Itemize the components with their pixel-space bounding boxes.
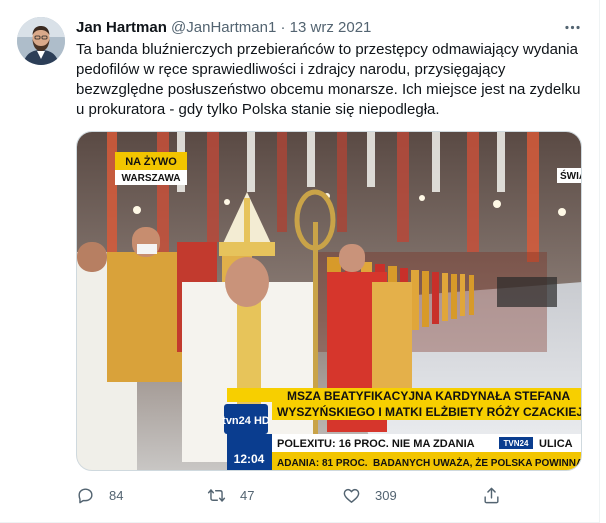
tweet-text: Ta banda bluźnierczych przebierańców to … <box>76 40 591 120</box>
retweet-count: 47 <box>240 487 255 503</box>
live-badge: NA ŻYWO <box>125 155 177 168</box>
location-label: WARSZAWA <box>122 173 181 184</box>
tweet-text-line: u prokuratora - gdy tylko Polska stanie … <box>76 101 440 118</box>
share-icon <box>484 487 499 503</box>
like-count: 309 <box>375 487 397 503</box>
like-icon <box>343 488 360 503</box>
reply-icon <box>78 487 93 503</box>
headline-line-1: MSZA BEATYFIKACYJNA KARDYNAŁA STEFANA <box>287 389 570 403</box>
more-button[interactable] <box>561 16 583 38</box>
avatar-image <box>17 17 65 65</box>
ticker-line-1-right: ULICA <box>539 438 573 450</box>
channel-logo: tvn24 HD <box>222 415 270 427</box>
tweet-text-line: bezwzględne posłuszeństwo obcemu monarsz… <box>76 81 581 98</box>
retweet-button[interactable]: 47 <box>207 480 254 510</box>
reply-count: 84 <box>109 487 124 503</box>
corner-tag: ŚWIAT <box>560 169 582 182</box>
tweet-date[interactable]: 13 wrz 2021 <box>290 19 372 36</box>
tweet-card[interactable]: Jan Hartman @JanHartman1 · 13 wrz 2021 T… <box>0 0 600 523</box>
tweet-actions: 84 47 309 <box>76 480 576 510</box>
ticker-tag: TVN24 <box>504 439 529 448</box>
share-button[interactable] <box>482 480 501 510</box>
ticker-line-2: BADANYCH UWAŻA, ŻE POLSKA POWINNA POZOST… <box>373 456 582 469</box>
tweet-header: Jan Hartman @JanHartman1 · 13 wrz 2021 <box>76 18 371 38</box>
tweet-text-line: pedofilów w ręce sprawiedliwości i zdraj… <box>76 61 506 78</box>
ticker-line-2-left: ADANIA: 81 PROC. <box>277 458 368 469</box>
separator-dot: · <box>280 19 286 36</box>
tweet-text-line: Ta banda bluźnierczych przebierańców to … <box>76 41 578 58</box>
more-icon <box>564 25 580 29</box>
author-name[interactable]: Jan Hartman <box>76 19 167 36</box>
ticker-line-1: POLEXITU: 16 PROC. NIE MA ZDANIA <box>277 438 475 450</box>
avatar[interactable] <box>17 17 65 65</box>
headline-line-2: WYSZYŃSKIEGO I MATKI ELŻBIETY RÓŻY CZACK… <box>277 404 582 419</box>
retweet-icon <box>207 488 226 502</box>
ticker-time: 12:04 <box>234 452 265 466</box>
reply-button[interactable]: 84 <box>76 480 123 510</box>
tweet-media-photo[interactable]: NA ŻYWO WARSZAWA ŚWIAT MSZA BEATYFIKACYJ… <box>76 131 582 471</box>
like-button[interactable]: 309 <box>342 480 397 510</box>
broadcast-screenshot: NA ŻYWO WARSZAWA ŚWIAT MSZA BEATYFIKACYJ… <box>77 132 582 470</box>
author-handle[interactable]: @JanHartman1 <box>171 19 276 36</box>
